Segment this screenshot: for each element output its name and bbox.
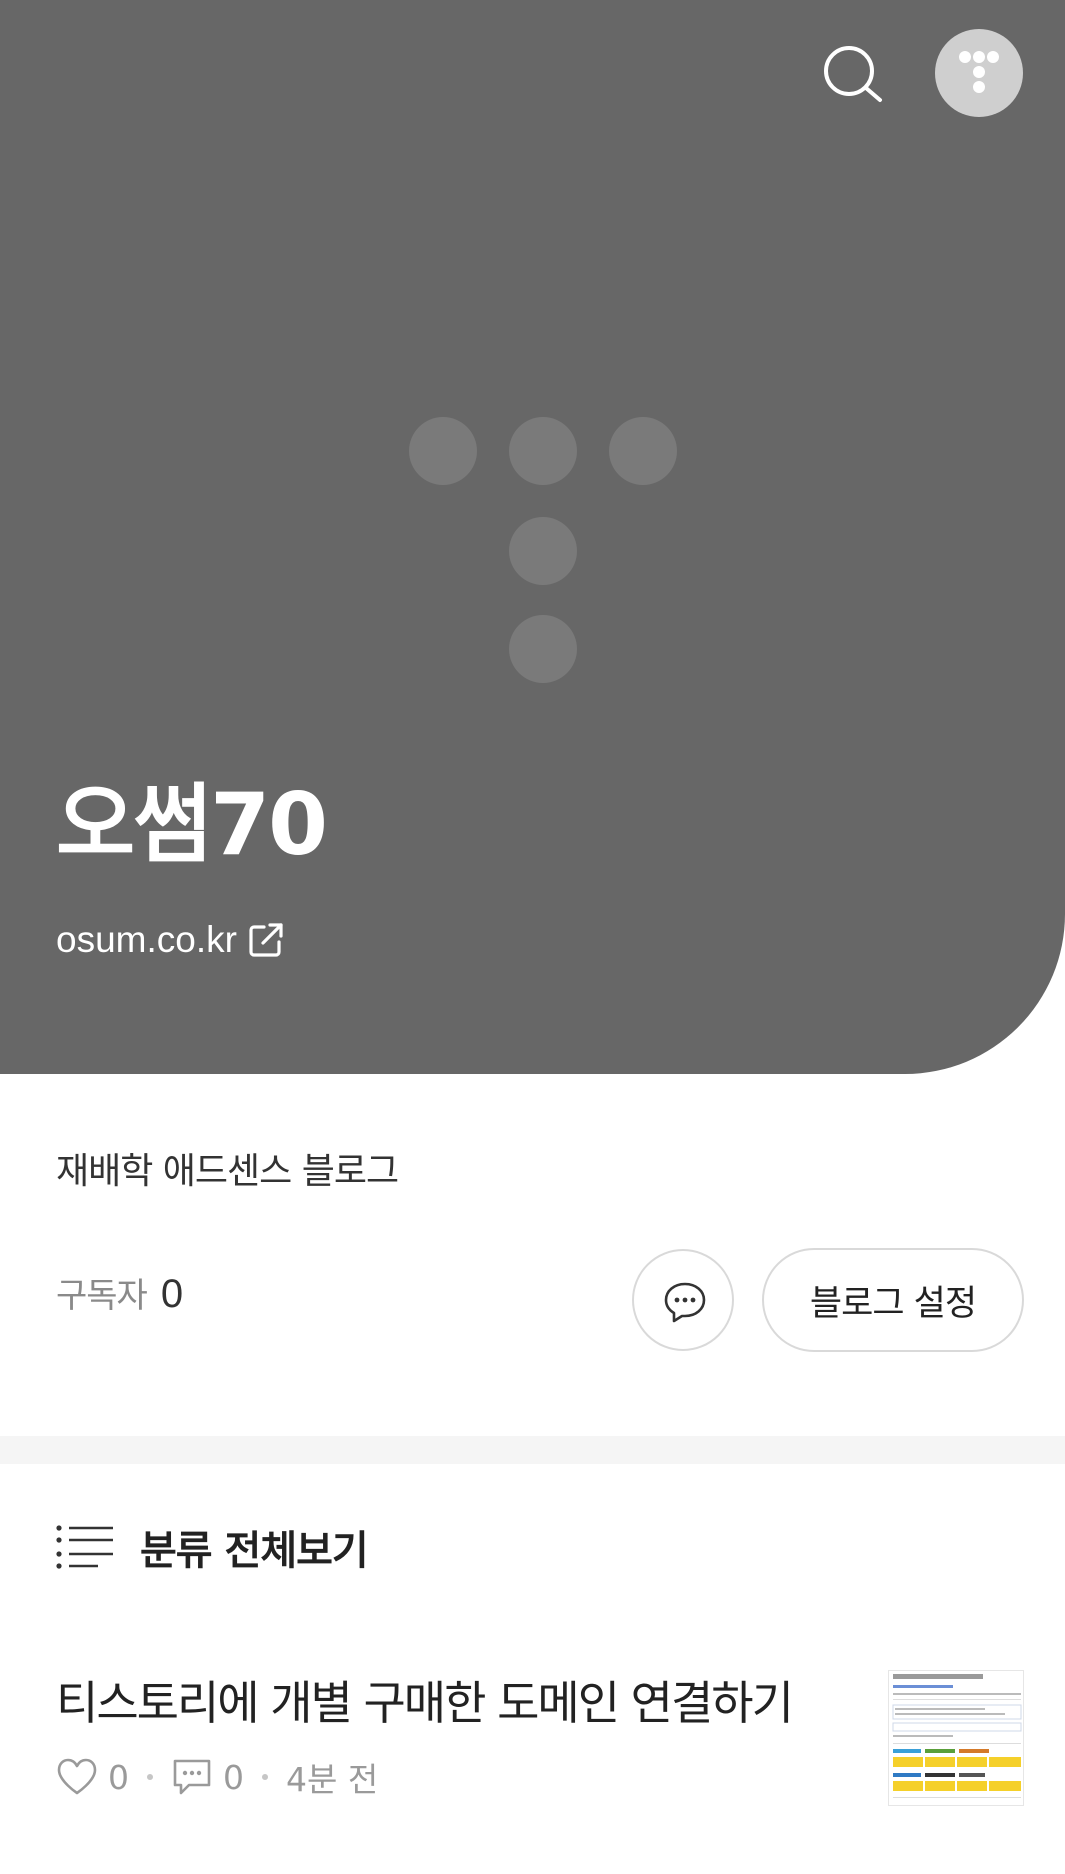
tistory-menu-button[interactable] xyxy=(935,29,1023,117)
post-time: 4분 전 xyxy=(286,1760,379,1799)
post-thumbnail[interactable] xyxy=(888,1670,1024,1806)
list-icon xyxy=(56,1525,113,1569)
subscriber-info: 구독자 0 xyxy=(56,1268,183,1317)
search-button[interactable] xyxy=(816,38,888,110)
category-all-label: 분류 전체보기 xyxy=(140,1528,369,1574)
like-count: 0 xyxy=(108,1757,129,1797)
category-all-link[interactable]: 분류 전체보기 xyxy=(56,1512,369,1582)
meta-separator xyxy=(147,1774,153,1780)
chat-bubble-icon xyxy=(664,1282,706,1323)
comment-icon[interactable] xyxy=(171,1757,213,1797)
blog-url-text: osum.co.kr xyxy=(56,919,237,960)
chat-button[interactable] xyxy=(632,1249,734,1351)
meta-separator xyxy=(262,1774,268,1780)
blog-description: 재배학 애드센스 블로그 xyxy=(56,1151,399,1192)
search-icon xyxy=(824,46,882,102)
post-meta: 0 0 4분 전 xyxy=(56,1752,378,1802)
post-title[interactable]: 티스토리에 개별 구매한 도메인 연결하기 xyxy=(56,1670,794,1736)
subscriber-count: 0 xyxy=(160,1272,184,1316)
section-divider xyxy=(0,1436,1065,1464)
external-link-icon xyxy=(249,923,283,957)
blog-hero: 오썸70 osum.co.kr xyxy=(0,0,1065,1074)
blog-url-link[interactable]: osum.co.kr xyxy=(56,910,285,970)
blog-name: 오썸70 xyxy=(56,775,328,875)
tistory-logo-icon xyxy=(409,417,677,683)
tistory-menu-icon xyxy=(959,51,999,93)
blog-settings-button[interactable]: 블로그 설정 xyxy=(762,1248,1024,1352)
post-thumbnail-image xyxy=(889,1671,1023,1805)
subscriber-label: 구독자 xyxy=(56,1276,148,1316)
heart-icon[interactable] xyxy=(56,1757,98,1797)
comment-count: 0 xyxy=(223,1757,244,1797)
